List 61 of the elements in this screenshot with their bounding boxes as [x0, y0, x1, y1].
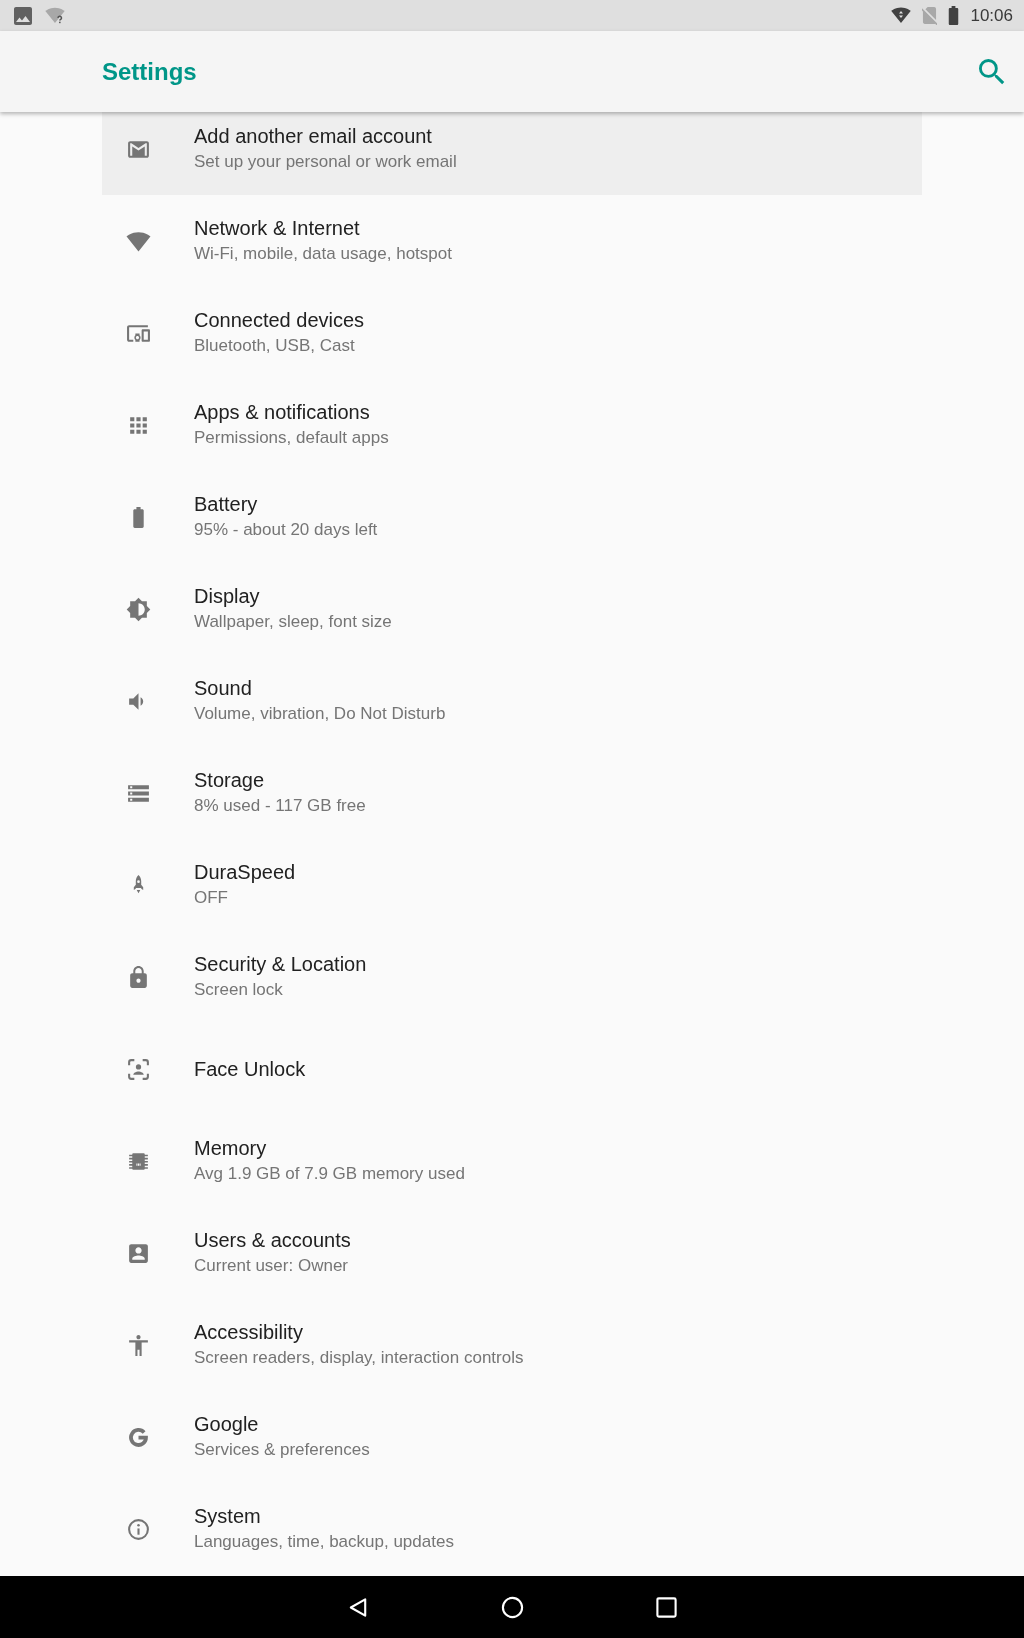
settings-item[interactable]: Accessibility Screen readers, display, interaction controls — [102, 1299, 922, 1391]
settings-item[interactable]: Google Services & preferences — [102, 1391, 922, 1483]
info-icon — [126, 1516, 151, 1542]
page-title: Settings — [102, 57, 197, 86]
no-sim-icon — [922, 6, 938, 25]
item-summary: Bluetooth, USB, Cast — [194, 335, 356, 357]
item-title: Accessibility — [194, 1320, 304, 1345]
settings-item[interactable]: Sound Volume, vibration, Do Not Disturb — [102, 655, 922, 747]
item-title: Sound — [194, 676, 253, 701]
item-title: Security & Location — [194, 952, 367, 977]
settings-item[interactable]: Battery 95% - about 20 days left — [102, 471, 922, 563]
item-summary: Set up your personal or work email — [194, 151, 457, 173]
face-scan-icon — [126, 1056, 151, 1082]
item-summary: Avg 1.9 GB of 7.9 GB memory used — [194, 1163, 465, 1185]
settings-item[interactable]: Face Unlock — [102, 1023, 922, 1115]
item-summary: Volume, vibration, Do Not Disturb — [194, 703, 446, 725]
wifi-question-icon — [45, 6, 65, 25]
image-icon — [14, 6, 32, 25]
item-title: Network & Internet — [194, 216, 361, 241]
item-summary: OFF — [194, 887, 229, 909]
item-summary: Languages, time, backup, updates — [194, 1531, 454, 1553]
settings-item[interactable]: Users & accounts Current user: Owner — [102, 1207, 922, 1299]
brightness-icon — [126, 596, 151, 622]
settings-item[interactable]: Connected devices Bluetooth, USB, Cast — [102, 287, 922, 379]
item-title: Face Unlock — [194, 1056, 306, 1082]
settings-item[interactable]: Memory Avg 1.9 GB of 7.9 GB memory used — [102, 1115, 922, 1207]
item-summary: Screen lock — [194, 979, 284, 1001]
item-summary: 95% - about 20 days left — [194, 519, 378, 541]
wifi-icon — [891, 7, 912, 24]
item-title: Users & accounts — [194, 1228, 351, 1253]
item-title: System — [194, 1504, 262, 1529]
settings-item[interactable]: Security & Location Screen lock — [102, 931, 922, 1023]
accessibility-icon — [126, 1332, 151, 1358]
item-title: Memory — [194, 1136, 268, 1161]
settings-item[interactable]: Apps & notifications Permissions, default apps — [102, 379, 922, 471]
settings-item[interactable]: System Languages, time, backup, updates — [102, 1483, 922, 1575]
item-title: Add another email account — [194, 124, 433, 149]
recents-icon[interactable] — [654, 1595, 678, 1619]
settings-item[interactable]: Network & Internet Wi-Fi, mobile, data usage, hotspot — [102, 195, 922, 287]
item-title: DuraSpeed — [194, 860, 296, 885]
search-icon[interactable] — [979, 58, 1005, 85]
item-summary: Screen readers, display, interaction controls — [194, 1347, 524, 1369]
settings-item[interactable]: Storage 8% used - 117 GB free — [102, 747, 922, 839]
item-title: Connected devices — [194, 308, 365, 333]
battery-icon — [948, 6, 960, 25]
item-summary: Wallpaper, sleep, font size — [194, 611, 392, 633]
settings-item[interactable]: Display Wallpaper, sleep, font size — [102, 563, 922, 655]
item-summary: Permissions, default apps — [194, 427, 389, 449]
item-title: Storage — [194, 768, 266, 793]
item-summary: Services & preferences — [194, 1439, 370, 1461]
item-summary: 8% used - 117 GB free — [194, 795, 366, 817]
item-summary: Wi-Fi, mobile, data usage, hotspot — [194, 243, 452, 265]
item-summary: Current user: Owner — [194, 1255, 349, 1277]
home-icon[interactable] — [500, 1595, 524, 1619]
status-time: 10:06 — [970, 5, 1013, 26]
settings-item[interactable]: DuraSpeed OFF — [102, 839, 922, 931]
settings-item[interactable]: Add another email account Set up your personal or work email — [102, 112, 922, 195]
item-title: Apps & notifications — [194, 400, 371, 425]
item-title: Battery — [194, 492, 259, 517]
item-title: Display — [194, 584, 261, 609]
item-title: Google — [194, 1412, 260, 1437]
